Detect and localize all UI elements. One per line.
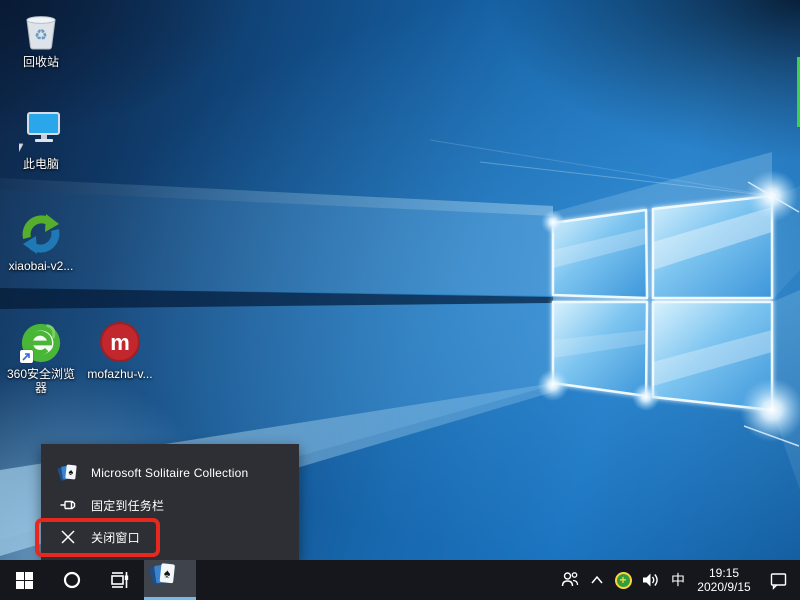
desktop-icon-label: xiaobai-v2... [9, 259, 74, 273]
windows-logo-icon [16, 572, 33, 589]
chevron-up-icon [590, 575, 604, 585]
task-view-button[interactable] [96, 560, 144, 600]
recycle-bin-icon: ♻ [19, 8, 63, 52]
ime-indicator[interactable]: 中 [664, 560, 692, 600]
task-view-icon [109, 569, 131, 591]
desktop: ♻ 回收站 此电脑 [0, 0, 800, 600]
360-tray-button[interactable]: + [610, 560, 636, 600]
cortana-button[interactable] [48, 560, 96, 600]
volume-button[interactable] [636, 560, 664, 600]
this-pc-icon [19, 110, 63, 154]
solitaire-cards-icon: ♠ [58, 463, 78, 483]
people-button[interactable] [556, 560, 584, 600]
system-tray: + 中 19:15 2020/9/15 [556, 560, 800, 600]
taskbar-app-solitaire[interactable]: ♠ [144, 560, 196, 600]
360-safe-icon: + [615, 572, 632, 589]
desktop-icon-this-pc[interactable]: 此电脑 [4, 110, 78, 171]
people-icon [560, 570, 580, 590]
taskbar-empty-area [196, 560, 556, 600]
clock-time: 19:15 [697, 566, 750, 580]
360-browser-icon [19, 320, 63, 364]
desktop-icon-recycle-bin[interactable]: ♻ 回收站 [4, 8, 78, 69]
taskbar: ♠ + [0, 560, 800, 600]
jump-list-item-label: Microsoft Solitaire Collection [91, 466, 248, 480]
annotation-highlight-box [35, 518, 160, 557]
jump-list-item-solitaire[interactable]: ♠ Microsoft Solitaire Collection [41, 457, 299, 489]
desktop-icon-label: 360安全浏览器 [4, 367, 78, 395]
clock[interactable]: 19:15 2020/9/15 [692, 560, 756, 600]
jump-list-item-label: 固定到任务栏 [91, 497, 164, 514]
show-hidden-icons-button[interactable] [584, 560, 610, 600]
svg-text:m: m [110, 330, 130, 355]
action-center-icon [769, 571, 788, 590]
desktop-icon-label: 此电脑 [23, 157, 59, 171]
pin-icon [58, 495, 78, 515]
desktop-icon-label: mofazhu-v... [87, 367, 152, 381]
solitaire-cards-icon: ♠ [150, 561, 191, 599]
cortana-circle-icon [63, 571, 81, 589]
start-button[interactable] [0, 560, 48, 600]
xiaobai-sync-icon [19, 212, 63, 256]
desktop-icon-label: 回收站 [23, 55, 59, 69]
shortcut-arrow-icon [20, 350, 33, 363]
desktop-icon-mofazhu[interactable]: m mofazhu-v... [83, 320, 157, 381]
action-center-button[interactable] [756, 560, 800, 600]
speaker-icon [640, 570, 660, 590]
svg-text:♻: ♻ [34, 27, 47, 44]
mofazhu-icon: m [98, 320, 142, 364]
jump-list-item-pin-to-taskbar[interactable]: 固定到任务栏 [41, 489, 299, 521]
clock-date: 2020/9/15 [697, 580, 750, 594]
desktop-icon-xiaobai[interactable]: xiaobai-v2... [4, 212, 78, 273]
desktop-icon-360-browser[interactable]: 360安全浏览器 [4, 320, 78, 395]
